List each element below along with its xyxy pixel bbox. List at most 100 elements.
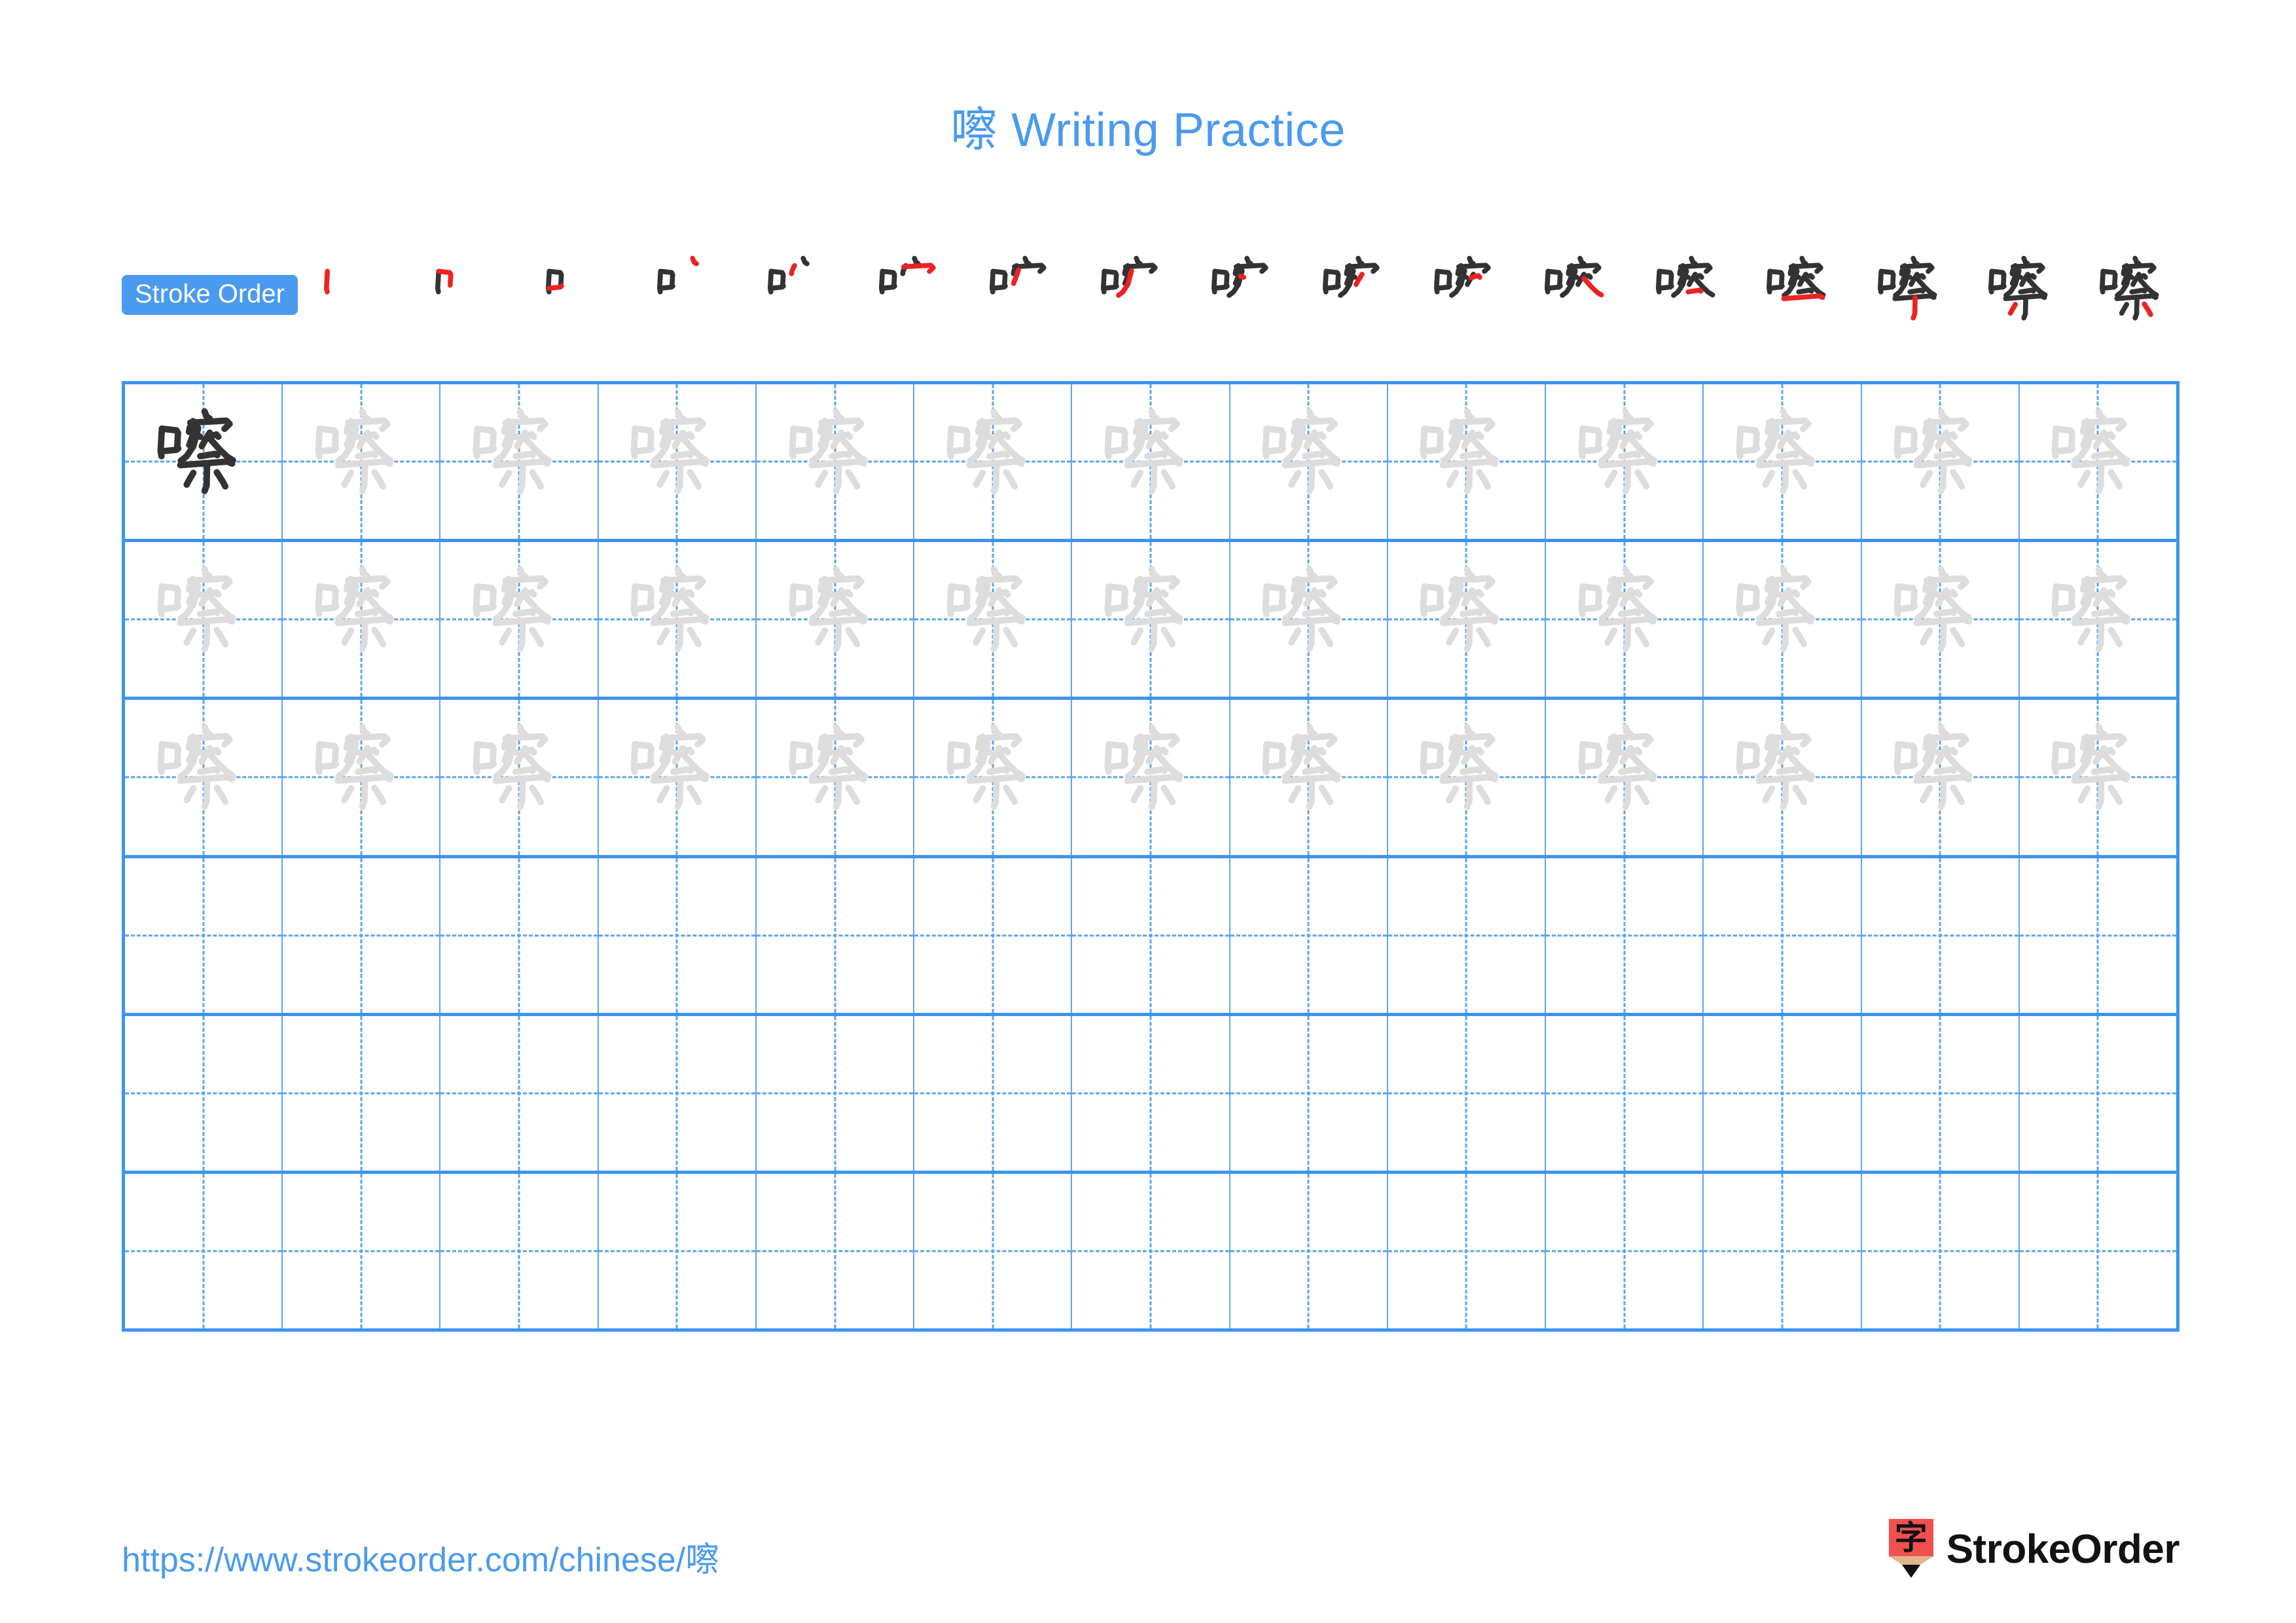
practice-cell-r1-c3[interactable] (440, 384, 599, 539)
practice-cell-r1-c10[interactable] (1546, 384, 1704, 539)
cell-guide-horizontal (2019, 934, 2177, 937)
stroke-order-badge: Stroke Order (122, 274, 298, 315)
practice-cell-r1-c13[interactable] (2019, 384, 2177, 539)
practice-cell-r3-c1[interactable] (125, 700, 283, 855)
practice-cell-r1-c8[interactable] (1230, 384, 1388, 539)
practice-cell-r6-c12[interactable] (1861, 1173, 2020, 1329)
practice-cell-r4-c5[interactable] (756, 858, 915, 1013)
practice-cell-r2-c10[interactable] (1546, 542, 1704, 697)
practice-cell-r6-c3[interactable] (440, 1173, 599, 1329)
cell-guide-horizontal (914, 934, 1071, 937)
practice-cell-r5-c11[interactable] (1704, 1015, 1862, 1171)
practice-cell-r5-c10[interactable] (1546, 1015, 1704, 1171)
practice-cell-r3-c11[interactable] (1704, 700, 1862, 855)
practice-cell-r4-c7[interactable] (1072, 858, 1230, 1013)
practice-cell-r4-c6[interactable] (914, 858, 1073, 1013)
practice-cell-r1-c11[interactable] (1704, 384, 1862, 539)
trace-character (1388, 542, 1545, 697)
cell-guide-horizontal (1861, 1092, 2018, 1095)
practice-cell-r6-c1[interactable] (125, 1173, 283, 1329)
title-bar: 嚓 Writing Practice (0, 104, 2296, 156)
practice-cell-r2-c4[interactable] (598, 542, 757, 697)
practice-cell-r2-c5[interactable] (756, 542, 915, 697)
practice-cell-r5-c12[interactable] (1861, 1015, 2020, 1171)
practice-cell-r1-c5[interactable] (756, 384, 915, 539)
practice-cell-r1-c4[interactable] (598, 384, 757, 539)
practice-cell-r5-c9[interactable] (1388, 1015, 1547, 1171)
cell-guide-horizontal (283, 934, 440, 937)
practice-cell-r5-c6[interactable] (914, 1015, 1073, 1171)
practice-cell-r2-c8[interactable] (1230, 542, 1388, 697)
practice-cell-r4-c3[interactable] (440, 858, 599, 1013)
practice-cell-r5-c2[interactable] (283, 1015, 441, 1171)
practice-cell-r2-c12[interactable] (1861, 542, 2020, 697)
practice-cell-r5-c4[interactable] (598, 1015, 757, 1171)
brand-logo: 字 StrokeOrder (1888, 1519, 2180, 1579)
practice-cell-r6-c7[interactable] (1072, 1173, 1230, 1329)
practice-cell-r5-c8[interactable] (1230, 1015, 1388, 1171)
practice-cell-r4-c4[interactable] (598, 858, 757, 1013)
practice-cell-r3-c7[interactable] (1072, 700, 1230, 855)
practice-cell-r1-c6[interactable] (914, 384, 1073, 539)
cell-guide-horizontal (1230, 1092, 1387, 1095)
practice-cell-r3-c8[interactable] (1230, 700, 1388, 855)
practice-cell-r2-c2[interactable] (283, 542, 441, 697)
practice-cell-r3-c2[interactable] (283, 700, 441, 855)
practice-cell-r6-c8[interactable] (1230, 1173, 1388, 1329)
trace-character (914, 542, 1071, 697)
practice-cell-r6-c9[interactable] (1388, 1173, 1547, 1329)
practice-cell-r4-c2[interactable] (283, 858, 441, 1013)
practice-cell-r6-c10[interactable] (1546, 1173, 1704, 1329)
practice-cell-r2-c1[interactable] (125, 542, 283, 697)
cell-guide-horizontal (1546, 1092, 1703, 1095)
practice-cell-r6-c11[interactable] (1704, 1173, 1862, 1329)
practice-cell-r2-c9[interactable] (1388, 542, 1547, 697)
brand-name: StrokeOrder (1946, 1526, 2180, 1572)
practice-cell-r2-c7[interactable] (1072, 542, 1230, 697)
trace-character (1388, 384, 1545, 539)
practice-cell-r4-c13[interactable] (2019, 858, 2177, 1013)
practice-cell-r5-c3[interactable] (440, 1015, 599, 1171)
practice-cell-r6-c2[interactable] (283, 1173, 441, 1329)
practice-cell-r3-c10[interactable] (1546, 700, 1704, 855)
cell-guide-horizontal (756, 1092, 914, 1095)
practice-cell-r2-c13[interactable] (2019, 542, 2177, 697)
practice-cell-r5-c7[interactable] (1072, 1015, 1230, 1171)
practice-cell-r4-c11[interactable] (1704, 858, 1862, 1013)
practice-cell-r5-c13[interactable] (2019, 1015, 2177, 1171)
practice-cell-r4-c9[interactable] (1388, 858, 1547, 1013)
practice-cell-r2-c3[interactable] (440, 542, 599, 697)
practice-cell-r3-c6[interactable] (914, 700, 1073, 855)
practice-cell-r6-c5[interactable] (756, 1173, 915, 1329)
practice-cell-r6-c6[interactable] (914, 1173, 1073, 1329)
practice-cell-r3-c3[interactable] (440, 700, 599, 855)
practice-cell-r3-c13[interactable] (2019, 700, 2177, 855)
cell-guide-horizontal (2019, 1092, 2177, 1095)
practice-cell-r4-c12[interactable] (1861, 858, 2020, 1013)
cell-guide-horizontal (1861, 934, 2018, 937)
practice-cell-r2-c6[interactable] (914, 542, 1073, 697)
stroke-step-14 (1752, 252, 1850, 337)
practice-cell-r1-c2[interactable] (283, 384, 441, 539)
practice-cell-r6-c13[interactable] (2019, 1173, 2177, 1329)
logo-zi-glyph: 字 (1894, 1520, 1928, 1556)
practice-cell-r6-c4[interactable] (598, 1173, 757, 1329)
practice-cell-r4-c10[interactable] (1546, 858, 1704, 1013)
practice-cell-r5-c5[interactable] (756, 1015, 915, 1171)
stroke-step-15 (1863, 252, 1962, 337)
practice-cell-r4-c1[interactable] (125, 858, 283, 1013)
practice-cell-r1-c9[interactable] (1388, 384, 1547, 539)
practice-cell-r3-c5[interactable] (756, 700, 915, 855)
practice-cell-r4-c8[interactable] (1230, 858, 1388, 1013)
practice-cell-r5-c1[interactable] (125, 1015, 283, 1171)
practice-cell-r3-c4[interactable] (598, 700, 757, 855)
trace-character (914, 700, 1071, 854)
practice-cell-r1-c1[interactable] (125, 384, 283, 539)
practice-cell-r1-c7[interactable] (1072, 384, 1230, 539)
practice-cell-r2-c11[interactable] (1704, 542, 1862, 697)
footer-url[interactable]: https://www.strokeorder.com/chinese/嚓 (122, 1532, 719, 1581)
cell-guide-horizontal (756, 1250, 914, 1252)
practice-cell-r3-c12[interactable] (1861, 700, 2020, 855)
practice-cell-r1-c12[interactable] (1861, 384, 2020, 539)
practice-cell-r3-c9[interactable] (1388, 700, 1547, 855)
